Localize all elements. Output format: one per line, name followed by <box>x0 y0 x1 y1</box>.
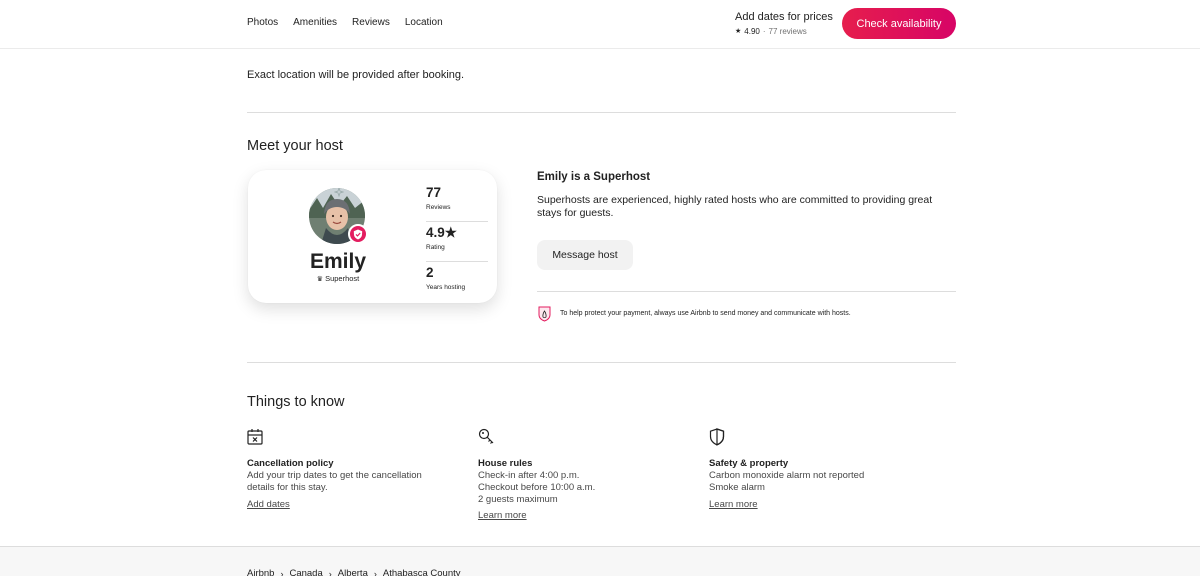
host-name: Emily <box>309 250 367 273</box>
section-divider <box>247 112 956 113</box>
cancellation-policy-block: Cancellation policy Add your trip dates … <box>247 428 447 512</box>
breadcrumb-chevron-icon: › <box>373 568 377 576</box>
stat-reviews: 77 Reviews <box>426 182 488 222</box>
breadcrumb-chevron-icon: › <box>280 568 284 576</box>
message-host-button[interactable]: Message host <box>537 240 633 270</box>
ttk-title: House rules <box>478 458 533 469</box>
ttk-line: Smoke alarm <box>709 481 765 493</box>
key-icon <box>478 428 494 444</box>
payment-protection-note: To help protect your payment, always use… <box>537 306 851 322</box>
payment-shield-icon <box>538 306 551 322</box>
stat-rating: 4.9★ Rating <box>426 222 488 262</box>
ttk-line: Carbon monoxide alarm not reported <box>709 470 865 481</box>
ttk-line: 2 guests maximum <box>478 493 558 505</box>
check-availability-button[interactable]: Check availability <box>842 8 956 39</box>
host-divider <box>537 291 956 292</box>
price-title: Add dates for prices <box>735 11 833 23</box>
host-stats: 77 Reviews 4.9★ Rating 2 Years hosting <box>426 182 488 302</box>
ttk-title: Safety & property <box>709 458 789 469</box>
shield-icon <box>709 428 725 446</box>
superhost-badge-icon <box>348 224 368 244</box>
superhost-label: ♛ Superhost <box>288 274 388 285</box>
rating-value: 4.90 <box>744 27 760 36</box>
superhost-text: Superhost <box>325 274 360 283</box>
exact-location-note: Exact location will be provided after bo… <box>247 69 465 81</box>
section-nav: Photos Amenities Reviews Location <box>247 16 443 30</box>
stat-label: Rating <box>426 244 445 251</box>
sticky-header: Photos Amenities Reviews Location Add da… <box>0 0 1200 49</box>
superhost-medal-icon: ♛ <box>316 276 323 283</box>
host-card[interactable]: Emily ♛ Superhost 77 Reviews 4.9★ Rating… <box>248 170 497 303</box>
rating-separator: · <box>762 27 766 36</box>
add-dates-link[interactable]: Add dates <box>247 499 290 511</box>
nav-link-photos[interactable]: Photos <box>247 16 278 30</box>
ttk-title: Cancellation policy <box>247 458 334 469</box>
nav-link-location[interactable]: Location <box>405 16 443 30</box>
ttk-line: Add your trip dates to get the cancellat… <box>247 470 422 481</box>
footer: Airbnb › Canada › Alberta › Athabasca Co… <box>0 546 1200 576</box>
stat-label: Years hosting <box>426 284 466 291</box>
breadcrumb-athabasca-county[interactable]: Athabasca County <box>383 568 461 576</box>
ttk-line: Checkout before 10:00 a.m. <box>478 481 596 493</box>
sparkle-icon <box>334 188 344 198</box>
stat-value: 77 <box>426 185 442 200</box>
things-to-know-title: Things to know <box>247 394 345 410</box>
breadcrumb: Airbnb › Canada › Alberta › Athabasca Co… <box>247 568 461 576</box>
ttk-line: Check-in after 4:00 p.m. <box>478 470 580 481</box>
superhost-title: Emily is a Superhost <box>537 171 651 183</box>
price-summary: Add dates for prices ★ 4.90 · 77 reviews <box>735 10 833 38</box>
section-divider <box>247 362 956 363</box>
superhost-description: Superhosts are experienced, highly rated… <box>537 194 933 219</box>
safety-property-block: Safety & property Carbon monoxide alarm … <box>709 428 909 512</box>
house-rules-learn-more-link[interactable]: Learn more <box>478 510 527 522</box>
star-icon: ★ <box>735 28 742 35</box>
nav-link-amenities[interactable]: Amenities <box>293 16 337 30</box>
ttk-line: details for this stay. <box>247 481 328 493</box>
rating-summary: ★ 4.90 · 77 reviews <box>735 26 833 38</box>
house-rules-block: House rules Check-in after 4:00 p.m. Che… <box>478 428 678 523</box>
breadcrumb-alberta[interactable]: Alberta <box>338 568 368 576</box>
stat-years-hosting: 2 Years hosting <box>426 262 488 302</box>
stat-value: 2 <box>426 265 434 280</box>
breadcrumb-airbnb[interactable]: Airbnb <box>247 568 274 576</box>
calendar-x-icon <box>247 429 263 445</box>
nav-link-reviews[interactable]: Reviews <box>352 16 390 30</box>
payment-note-text: To help protect your payment, always use… <box>560 310 851 317</box>
review-count[interactable]: 77 reviews <box>769 26 807 38</box>
stat-value: 4.9★ <box>426 225 457 240</box>
breadcrumb-canada[interactable]: Canada <box>289 568 322 576</box>
meet-host-title: Meet your host <box>247 138 343 154</box>
breadcrumb-chevron-icon: › <box>328 568 332 576</box>
stat-label: Reviews <box>426 204 451 211</box>
safety-learn-more-link[interactable]: Learn more <box>709 499 758 511</box>
